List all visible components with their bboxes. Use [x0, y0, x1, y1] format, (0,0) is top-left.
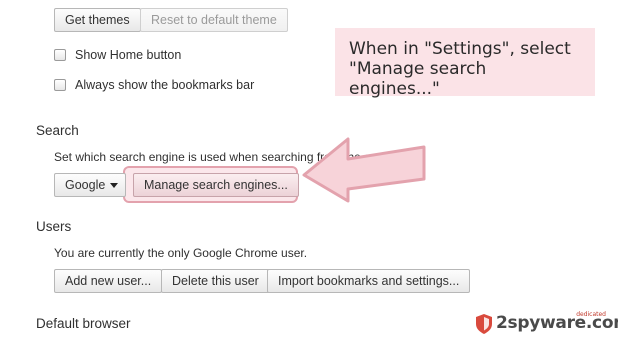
bookmarks-bar-label: Always show the bookmarks bar	[75, 78, 255, 92]
show-home-checkbox[interactable]	[54, 49, 66, 61]
manage-search-engines-button[interactable]: Manage search engines...	[133, 173, 299, 197]
get-themes-button[interactable]: Get themes	[54, 8, 141, 32]
users-description: You are currently the only Google Chrome…	[54, 246, 308, 260]
search-engine-select[interactable]: Google	[54, 173, 126, 197]
add-user-button[interactable]: Add new user...	[54, 269, 163, 293]
bookmarks-bar-row[interactable]: Always show the bookmarks bar	[54, 76, 254, 94]
shield-icon	[476, 314, 492, 334]
search-engine-value: Google	[65, 178, 106, 192]
callout-line-2: "Manage search engines..."	[349, 59, 487, 99]
callout-line-1: When in "Settings", select	[349, 39, 571, 59]
delete-user-button[interactable]: Delete this user	[161, 269, 270, 293]
import-bookmarks-button[interactable]: Import bookmarks and settings...	[267, 269, 471, 293]
default-browser-section-title: Default browser	[36, 316, 131, 331]
reset-theme-button[interactable]: Reset to default theme	[140, 8, 288, 32]
users-section-title: Users	[36, 219, 72, 234]
dropdown-caret-icon	[110, 183, 118, 188]
search-section-title: Search	[36, 123, 79, 138]
pointer-arrow-icon	[302, 137, 426, 203]
instruction-callout: When in "Settings", select "Manage searc…	[335, 28, 595, 99]
show-home-row[interactable]: Show Home button	[54, 46, 181, 64]
bookmarks-bar-checkbox[interactable]	[54, 79, 66, 91]
show-home-label: Show Home button	[75, 48, 182, 62]
watermark-brand: 2spyware.com	[496, 313, 618, 333]
watermark-logo: dedicated 2spyware.com	[472, 311, 618, 339]
